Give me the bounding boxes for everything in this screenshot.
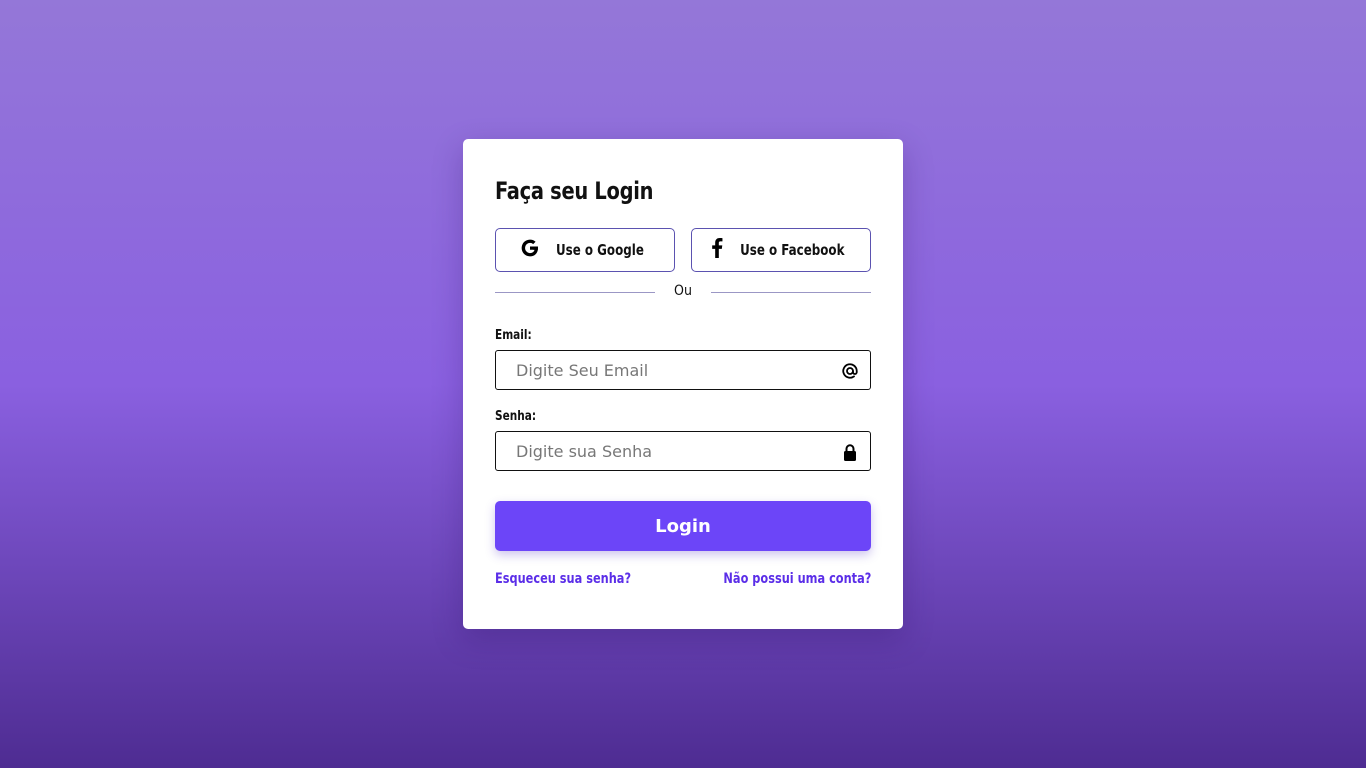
social-login-row: Use o Google Use o Facebook [495, 228, 871, 272]
google-login-label: Use o Google [556, 241, 644, 259]
facebook-icon [711, 238, 723, 262]
email-field-wrapper [495, 350, 871, 390]
forgot-password-link[interactable]: Esqueceu sua senha? [495, 571, 631, 587]
login-card: Faça seu Login Use o Google Use o Facebo… [463, 139, 903, 629]
login-button[interactable]: Login [495, 501, 871, 551]
at-sign-icon [840, 361, 860, 381]
google-icon [520, 238, 540, 262]
or-divider: Ou [495, 282, 871, 302]
facebook-login-label: Use o Facebook [739, 241, 845, 259]
lock-icon [840, 442, 860, 462]
facebook-login-button[interactable]: Use o Facebook [691, 228, 871, 272]
footer-links: Esqueceu sua senha? Não possui uma conta… [495, 571, 871, 591]
password-label: Senha: [495, 409, 537, 424]
google-login-button[interactable]: Use o Google [495, 228, 675, 272]
signup-link[interactable]: Não possui uma conta? [723, 571, 871, 587]
password-input[interactable] [496, 432, 870, 470]
password-field-wrapper [495, 431, 871, 471]
email-input[interactable] [496, 351, 870, 389]
email-label: Email: [495, 328, 532, 343]
page-title: Faça seu Login [495, 177, 654, 205]
divider-line-right [711, 292, 871, 293]
divider-text: Ou [674, 283, 692, 299]
